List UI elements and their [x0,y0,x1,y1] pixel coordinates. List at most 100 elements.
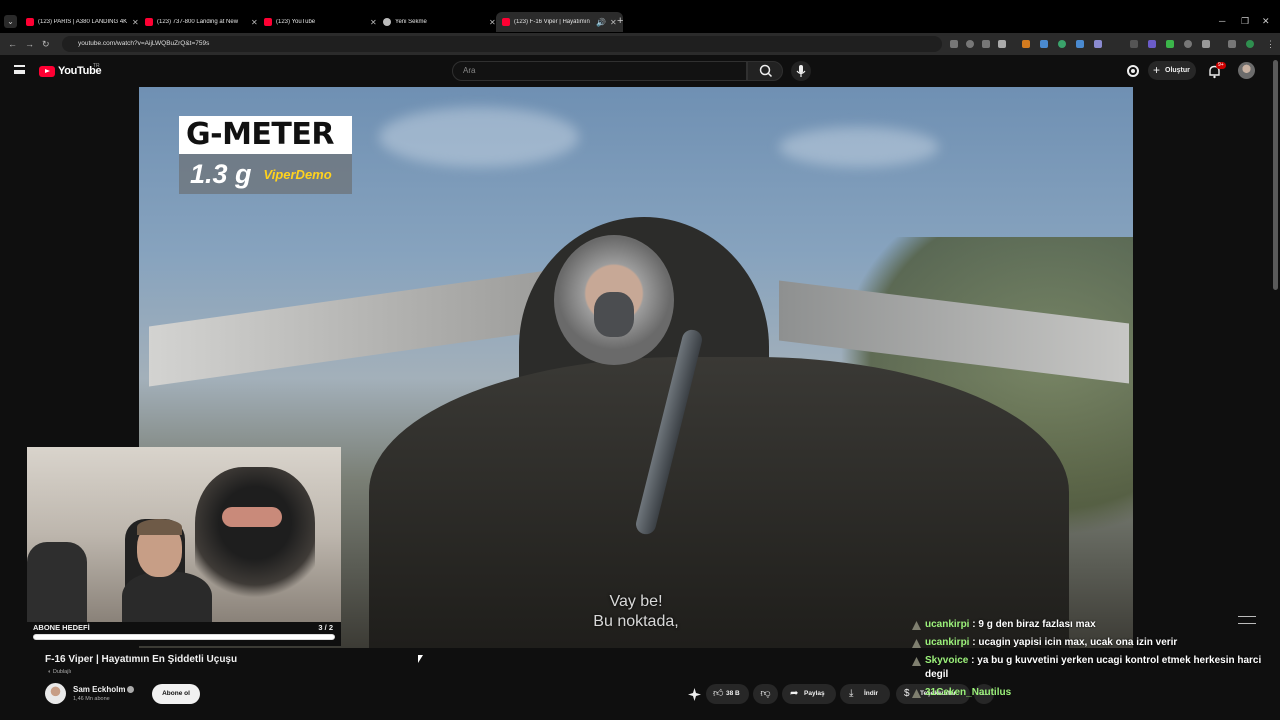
live-indicator-icon[interactable] [1126,64,1140,78]
chat-message: Skyvoice : ya bu g kuvvetini yerken ucag… [912,654,1272,682]
page-scrollbar[interactable] [1273,60,1278,290]
reload-icon[interactable]: ↻ [42,39,50,50]
share-button[interactable]: ➦ Paylaş [782,684,836,704]
minimize-icon[interactable]: ─ [1219,16,1225,26]
chat-badge-icon [912,689,921,698]
channel-avatar[interactable] [45,683,66,704]
region-code: TR [93,63,100,69]
menu-dots-icon[interactable]: ⋮ [1266,39,1275,50]
search-button[interactable] [747,61,783,81]
eye-off-icon[interactable] [982,40,990,48]
streamer-webcam [27,447,341,622]
video-frame-left-wing [149,267,569,387]
browser-tab-active[interactable]: (123) F-16 Viper | Hayatımın 🔊 ✕ [496,12,623,32]
close-window-icon[interactable]: ✕ [1262,16,1270,27]
forward-icon[interactable]: → [25,39,34,49]
extension-icon[interactable] [1094,40,1102,48]
subscriber-goal: ABONE HEDEFİ 3 / 2 [27,622,341,646]
extension-icon[interactable] [1040,40,1048,48]
webcam-person-body [122,572,212,622]
browser-tab[interactable]: (123) YouTube ✕ [258,12,383,32]
close-tab-icon[interactable]: ✕ [489,18,496,27]
close-tab-icon[interactable]: ✕ [132,18,139,27]
extensions-puzzle-icon[interactable] [1202,40,1210,48]
subscribe-button[interactable]: Abone ol [152,684,200,704]
like-button[interactable]: 👍︎ 38 B [706,684,749,704]
download-button[interactable]: ⤓ İndir [840,684,890,704]
extension-icon[interactable] [1148,40,1156,48]
youtube-header: YouTube TR Ara + Oluştur 9+ [0,55,1280,87]
account-avatar[interactable] [1238,62,1255,79]
new-tab-button[interactable]: + [617,15,623,27]
youtube-favicon-icon [26,18,34,26]
tab-list-chevron-icon[interactable]: ⌄ [4,15,17,28]
zoom-icon[interactable] [966,40,974,48]
extension-icon[interactable] [1130,40,1138,48]
restore-icon[interactable]: ❐ [1241,16,1249,27]
video-title: F-16 Viper | Hayatımın En Şiddetli Uçuşu [45,654,238,665]
hamburger-menu-icon[interactable] [14,65,25,74]
chat-badge-icon [912,657,921,666]
thumbs-down-icon: 👎︎ [760,688,771,699]
youtube-favicon-icon [264,18,272,26]
address-toolbar: ← → ↻ youtube.com/watch?v=AijLWQBuZrQ&t=… [0,33,1280,55]
thumbs-up-icon: 👍︎ [713,688,724,699]
g-meter-overlay: G-METER 1.3 g ViperDemo [179,116,352,194]
dislike-button[interactable]: 👎︎ [753,684,778,704]
sparkle-icon[interactable] [688,688,701,701]
chat-message: ucankirpi : ucagin yapisi icin max, ucak… [912,636,1272,650]
goal-label: ABONE HEDEFİ [33,623,90,632]
thanks-dollar-icon: $ [904,688,910,699]
g-meter-value: 1.3 g [190,158,252,189]
search-input[interactable]: Ara [452,61,747,81]
youtube-favicon-icon [502,18,510,26]
audio-icon[interactable]: 🔊 [596,18,606,27]
browser-tab[interactable]: (123) PARIS | A380 LANDING 4K ✕ [20,12,145,32]
youtube-logo[interactable]: YouTube [39,65,102,77]
webcam-poster [195,467,315,607]
sidebar-icon[interactable] [1228,40,1236,48]
notification-count-badge: 9+ [1216,62,1226,69]
profile-icon[interactable] [1246,40,1254,48]
chat-message: ucankirpi : 9 g den biraz fazlası max [912,618,1272,632]
chat-message: 31Ceken_Nautilus [912,686,1272,700]
channel-name[interactable]: Sam Eckholm [73,685,135,694]
extension-icon[interactable] [1058,40,1066,48]
video-subtitle: Vay be! Bu noktada, [593,593,679,630]
download-icon: ⤓ [849,688,854,699]
chrome-favicon-icon [383,18,391,26]
mouse-cursor-icon [418,655,423,663]
browser-tab[interactable]: (123) 737-800 Landing at New ✕ [139,12,264,32]
microphone-icon [796,65,806,77]
youtube-favicon-icon [145,18,153,26]
close-tab-icon[interactable]: ✕ [610,18,617,27]
video-frame-oxygen-mask [594,292,634,337]
video-frame-cloud [379,107,579,167]
browser-tab[interactable]: Yeni Sekme ✕ [377,12,502,32]
screen-cast-icon[interactable] [950,40,958,48]
create-button[interactable]: + Oluştur [1148,61,1196,80]
share-arrow-icon: ➦ [790,688,799,699]
back-icon[interactable]: ← [8,39,17,49]
voice-search-button[interactable] [791,61,811,81]
bookmark-star-icon[interactable] [998,40,1006,48]
extension-icon[interactable] [1076,40,1084,48]
search-icon [759,64,773,78]
webcam-poster-goggles [222,507,282,527]
url-field[interactable]: youtube.com/watch?v=AijLWQBuZrQ&t=759s [62,36,942,52]
goal-progress-bar [33,634,335,640]
browser-tab-bar: ⌄ (123) PARIS | A380 LANDING 4K ✕ (123) … [0,0,1280,33]
extension-icon[interactable] [1022,40,1030,48]
video-frame-cloud [779,127,939,167]
close-tab-icon[interactable]: ✕ [251,18,258,27]
verified-icon [127,686,135,694]
g-meter-brand: ViperDemo [263,166,332,182]
plus-icon: + [1153,63,1161,77]
webcam-person-hair [137,519,182,535]
extension-icon[interactable] [1166,40,1174,48]
subscriber-count: 1,46 Mn abone [73,696,110,702]
extension-icon[interactable] [1184,40,1192,48]
chat-badge-icon [912,621,921,630]
close-tab-icon[interactable]: ✕ [370,18,377,27]
goal-count: 3 / 2 [318,623,333,632]
